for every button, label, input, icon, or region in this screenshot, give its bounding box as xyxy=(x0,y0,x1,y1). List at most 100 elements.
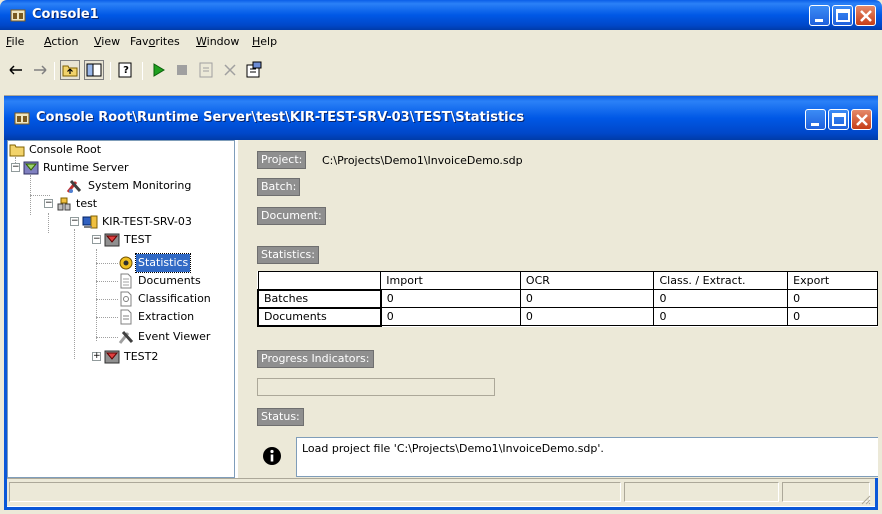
progress-bar xyxy=(257,378,495,396)
svg-text:?: ? xyxy=(123,65,129,76)
collapse-toggle[interactable]: − xyxy=(11,163,20,172)
status-pane xyxy=(9,482,621,502)
child-maximize-button[interactable] xyxy=(828,109,849,130)
table-row: Batches 0 0 0 0 xyxy=(257,288,878,309)
toolbar-separator xyxy=(110,62,111,80)
server-filter-icon xyxy=(23,161,39,175)
table-header-cell: OCR xyxy=(519,271,655,290)
server-group-icon xyxy=(57,197,71,211)
delete-icon[interactable] xyxy=(220,60,240,80)
batch-label: Batch: xyxy=(257,178,301,196)
close-button[interactable] xyxy=(855,5,876,26)
project-filter-icon xyxy=(104,350,120,364)
expand-toggle[interactable]: + xyxy=(92,352,101,361)
document-page-icon xyxy=(120,273,132,289)
properties-icon[interactable] xyxy=(196,60,216,80)
menu-favorites[interactable]: Favorites xyxy=(130,35,180,48)
classification-page-icon xyxy=(120,291,132,307)
status-bar xyxy=(7,478,875,506)
show-hide-tree-icon[interactable] xyxy=(84,60,104,80)
close-icon xyxy=(860,10,872,22)
tree-connector xyxy=(96,263,118,264)
table-row: Documents 0 0 0 0 xyxy=(257,306,878,327)
back-arrow-icon[interactable] xyxy=(6,60,26,80)
child-minimize-button[interactable] xyxy=(805,109,826,130)
mmc-console-icon xyxy=(14,112,30,125)
maximize-button[interactable] xyxy=(832,5,853,26)
collapse-toggle[interactable]: − xyxy=(70,217,79,226)
tree-connector xyxy=(96,281,118,282)
forward-arrow-icon[interactable] xyxy=(30,60,50,80)
table-cell: 0 xyxy=(653,289,789,308)
menu-favorites-label-rest: rites xyxy=(155,35,180,48)
resize-grip-icon[interactable] xyxy=(859,493,871,505)
toolbar-separator xyxy=(142,62,143,80)
project-label: Project: xyxy=(257,151,307,169)
table-header-row: Import OCR Class. / Extract. Export xyxy=(257,271,878,290)
event-viewer-tools-icon xyxy=(118,330,134,344)
server-computer-icon xyxy=(82,215,98,229)
child-title-bar[interactable]: Console Root\Runtime Server\test\KIR-TES… xyxy=(4,96,878,140)
row-header-cell: Documents xyxy=(257,306,382,327)
tree-connector xyxy=(30,195,50,196)
table-header-cell: Class. / Extract. xyxy=(653,271,789,290)
collapse-toggle[interactable]: − xyxy=(92,235,101,244)
maximize-icon xyxy=(836,9,850,22)
toolbar-separator xyxy=(54,62,55,80)
minimize-icon xyxy=(811,123,819,126)
table-cell: 0 xyxy=(653,307,789,326)
minimize-button[interactable] xyxy=(809,5,830,26)
menu-action[interactable]: Action xyxy=(44,35,78,48)
play-icon[interactable] xyxy=(148,60,168,80)
stop-icon[interactable] xyxy=(172,60,192,80)
up-folder-icon[interactable] xyxy=(60,60,80,80)
info-icon xyxy=(263,447,281,465)
menu-file[interactable]: File xyxy=(6,35,24,48)
export-icon[interactable] xyxy=(244,60,264,80)
statistics-gear-icon xyxy=(119,256,133,270)
collapse-toggle[interactable]: − xyxy=(44,199,53,208)
minimize-icon xyxy=(815,19,823,22)
app-title-bar[interactable]: Console1 xyxy=(0,0,882,30)
mmc-console-icon xyxy=(10,9,26,22)
tree-connector xyxy=(96,299,118,300)
tree-connector xyxy=(74,229,75,359)
status-label: Status: xyxy=(257,408,304,426)
menu-bar: File Action View Favorites Window Help xyxy=(4,30,878,52)
tree-connector xyxy=(96,337,118,338)
document-label: Document: xyxy=(257,207,326,225)
menu-window[interactable]: Window xyxy=(196,35,239,48)
project-path: C:\Projects\Demo1\InvoiceDemo.sdp xyxy=(322,154,523,167)
project-filter-icon xyxy=(104,233,120,247)
table-header-cell xyxy=(257,271,382,290)
console-tree[interactable]: Console Root − Runtime Server System Mon… xyxy=(7,140,235,478)
statistics-table: Import OCR Class. / Extract. Export Batc… xyxy=(257,271,878,327)
app-title: Console1 xyxy=(32,7,99,22)
tree-connector xyxy=(48,213,49,233)
table-cell: 0 xyxy=(787,307,878,326)
menu-view[interactable]: View xyxy=(94,35,120,48)
status-pane xyxy=(624,482,779,502)
progress-indicators-label: Progress Indicators: xyxy=(257,350,374,368)
table-header-cell: Import xyxy=(380,271,521,290)
table-header-cell: Export xyxy=(787,271,878,290)
child-close-button[interactable] xyxy=(851,109,872,130)
maximize-icon xyxy=(832,113,846,126)
folder-icon xyxy=(9,144,25,157)
table-cell: 0 xyxy=(519,307,655,326)
help-icon[interactable]: ? xyxy=(116,60,136,80)
table-cell: 0 xyxy=(519,289,655,308)
child-window-title: Console Root\Runtime Server\test\KIR-TES… xyxy=(36,110,525,125)
table-cell: 0 xyxy=(380,307,521,326)
tree-connector xyxy=(96,317,118,318)
status-message: Load project file 'C:\Projects\Demo1\Inv… xyxy=(302,442,604,455)
monitoring-tools-icon xyxy=(66,179,82,193)
status-pane xyxy=(782,482,870,502)
table-cell: 0 xyxy=(787,289,878,308)
toolbar: ? xyxy=(4,52,878,96)
extraction-page-icon xyxy=(120,309,132,325)
statistics-panel: Project: C:\Projects\Demo1\InvoiceDemo.s… xyxy=(238,140,878,478)
status-message-box: Load project file 'C:\Projects\Demo1\Inv… xyxy=(296,437,878,477)
menu-help[interactable]: Help xyxy=(252,35,277,48)
table-cell: 0 xyxy=(380,289,521,308)
